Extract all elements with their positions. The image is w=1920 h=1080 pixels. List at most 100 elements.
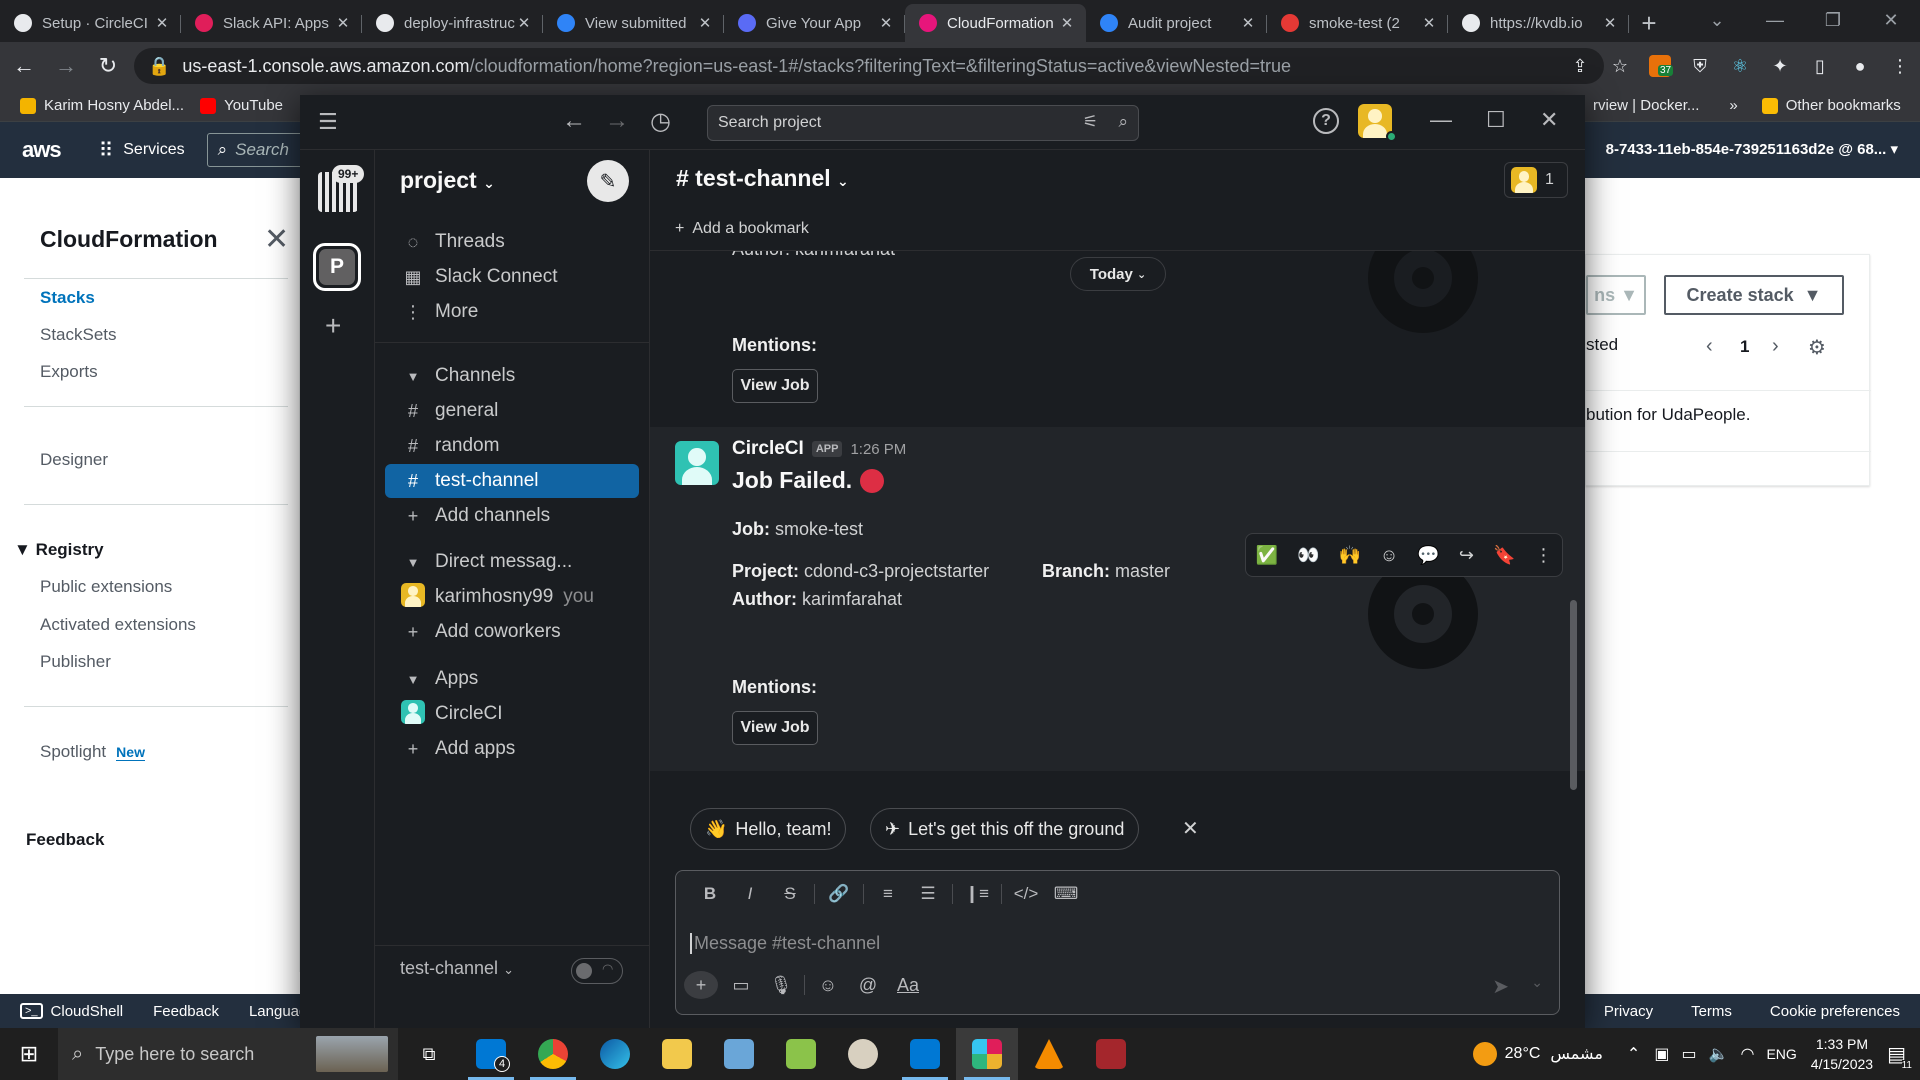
more-actions-icon[interactable]: ⋮	[1534, 545, 1552, 566]
history-clock-icon[interactable]: ◷	[650, 107, 671, 136]
create-stack-button[interactable]: Create stack ▼	[1664, 275, 1844, 315]
sidebar-item-public-extensions[interactable]: Public extensions	[40, 577, 172, 597]
schedule-send-chevron-icon[interactable]: ⌄	[1531, 974, 1543, 991]
tab-close-icon[interactable]: ✕	[1058, 14, 1076, 32]
message-timestamp[interactable]: 1:26 PM	[850, 441, 906, 458]
suggestion-hello-team[interactable]: 👋 Hello, team!	[690, 808, 847, 850]
vlc-app-icon[interactable]	[1018, 1028, 1080, 1080]
bold-icon[interactable]: B	[690, 884, 730, 904]
strikethrough-icon[interactable]: S	[770, 884, 810, 904]
tab-close-icon[interactable]: ✕	[515, 14, 533, 32]
task-view-icon[interactable]: ⧉	[398, 1028, 460, 1080]
notifications-icon[interactable]: ▤ 11	[1887, 1042, 1912, 1071]
access-app-icon[interactable]	[1080, 1028, 1142, 1080]
lambda-app-icon[interactable]	[770, 1028, 832, 1080]
maximize-button[interactable]: ☐	[1486, 107, 1506, 133]
minimize-window-button[interactable]: —	[1746, 0, 1804, 40]
huddle-toggle[interactable]: ◠	[571, 958, 623, 984]
prev-view-job-button[interactable]: View Job	[732, 369, 818, 403]
aws-search-input[interactable]: ⌕ Search	[206, 133, 307, 167]
nav-more[interactable]: ⋮ More	[385, 295, 639, 329]
members-button[interactable]: 1	[1504, 162, 1568, 198]
channel-general[interactable]: # general	[385, 394, 639, 428]
new-tab-button[interactable]: +	[1629, 4, 1669, 42]
add-bookmark-button[interactable]: + Add a bookmark	[675, 220, 809, 238]
tab-search-icon[interactable]: ⌄	[1688, 0, 1746, 40]
reload-button[interactable]: ↻	[90, 48, 126, 84]
slack-search-input[interactable]: Search project ⚟ ⌕	[707, 105, 1139, 141]
menu-icon[interactable]: ⋮	[1880, 56, 1920, 77]
share-icon[interactable]: ⇪	[1560, 56, 1600, 77]
check-mark-reaction-icon[interactable]: ✅	[1256, 545, 1278, 566]
close-button[interactable]: ✕	[1540, 107, 1558, 133]
add-channels-button[interactable]: + Add channels	[385, 499, 639, 533]
compose-icon[interactable]: ✎	[587, 160, 629, 202]
stack-actions-button[interactable]: ns ▼	[1586, 275, 1646, 315]
message-scrollbar[interactable]	[1570, 600, 1577, 790]
back-button[interactable]: ←	[6, 48, 42, 84]
weather-temperature[interactable]: 28°C	[1505, 1045, 1541, 1063]
send-icon[interactable]: ➤	[1492, 974, 1509, 999]
add-apps-button[interactable]: + Add apps	[385, 732, 639, 766]
hamburger-menu-icon[interactable]: ☰	[318, 109, 338, 135]
meet-now-icon[interactable]: ▣	[1654, 1044, 1669, 1064]
browser-tab[interactable]: Give Your App ✕	[724, 4, 905, 42]
workspace-name-menu[interactable]: project ⌄	[400, 167, 495, 194]
tab-close-icon[interactable]: ✕	[877, 14, 895, 32]
address-bar[interactable]: 🔒 us-east-1.console.aws.amazon.com /clou…	[134, 48, 1604, 84]
taskbar-search-box[interactable]: ⌕ Type here to search	[58, 1028, 398, 1080]
page-number[interactable]: 1	[1740, 337, 1749, 357]
channel-random[interactable]: # random	[385, 429, 639, 463]
browser-tab[interactable]: CloudFormation ✕	[905, 4, 1086, 42]
browser-tab[interactable]: View submitted ✕	[543, 4, 724, 42]
tab-close-icon[interactable]: ✕	[334, 14, 352, 32]
emoji-icon[interactable]: ☺	[811, 975, 845, 996]
browser-tab[interactable]: Setup · CircleCI ✕	[0, 4, 181, 42]
slack-app-icon[interactable]	[956, 1028, 1018, 1080]
search-icon[interactable]: ⌕	[1118, 112, 1128, 132]
registry-group[interactable]: ▼ Registry	[14, 540, 104, 560]
huddle-channel-selector[interactable]: test-channel ⌄	[400, 958, 514, 979]
microphone-icon[interactable]: 🎙	[764, 975, 798, 996]
bookmark-item[interactable]: YouTube	[192, 97, 291, 114]
aws-logo[interactable]: aws	[22, 137, 62, 163]
vscode-app-icon[interactable]	[894, 1028, 956, 1080]
browser-tab[interactable]: https://kvdb.io ✕	[1448, 4, 1629, 42]
suggestion-get-off-ground[interactable]: ✈ Let's get this off the ground	[870, 808, 1140, 850]
shield-icon[interactable]: ⛨	[1680, 56, 1720, 77]
dismiss-suggestions-icon[interactable]: ✕	[1182, 816, 1199, 841]
apps-section-header[interactable]: ▼ Apps	[385, 662, 639, 696]
extension-icon[interactable]: 37	[1640, 55, 1680, 77]
nav-slack-connect[interactable]: ▦ Slack Connect	[385, 260, 639, 294]
tab-close-icon[interactable]: ✕	[1601, 14, 1619, 32]
close-window-button[interactable]: ✕	[1862, 0, 1920, 40]
bookmark-icon[interactable]: 🔖	[1493, 545, 1515, 566]
paint-app-icon[interactable]	[832, 1028, 894, 1080]
close-icon[interactable]: ✕	[264, 222, 289, 257]
windows-start-icon[interactable]: ⊞	[0, 1041, 58, 1067]
eyes-reaction-icon[interactable]: 👀	[1297, 545, 1319, 566]
edge-app-icon[interactable]	[584, 1028, 646, 1080]
code-icon[interactable]: </>	[1006, 884, 1046, 904]
taskbar-clock[interactable]: 1:33 PM 4/15/2023	[1811, 1034, 1873, 1074]
other-bookmarks-folder[interactable]: Other bookmarks	[1754, 97, 1909, 114]
code-block-icon[interactable]: ⌨	[1046, 884, 1086, 904]
browser-tab[interactable]: smoke-test (2 ✕	[1267, 4, 1448, 42]
channel-title-button[interactable]: # test-channel ⌄	[676, 165, 849, 192]
view-job-button[interactable]: View Job	[732, 711, 818, 745]
cookie-preferences-link[interactable]: Cookie preferences	[1770, 1003, 1900, 1020]
terms-link[interactable]: Terms	[1691, 1003, 1732, 1020]
react-icon[interactable]: ⚛	[1720, 56, 1760, 77]
bulleted-list-icon[interactable]: ☰	[908, 884, 948, 904]
puzzle-icon[interactable]: ✦	[1760, 56, 1800, 77]
file-explorer-icon[interactable]	[646, 1028, 708, 1080]
channel-test-channel[interactable]: # test-channel	[385, 464, 639, 498]
tab-close-icon[interactable]: ✕	[1239, 14, 1257, 32]
sender-name[interactable]: CircleCI	[732, 438, 804, 460]
wifi-icon[interactable]: ◠	[1740, 1044, 1754, 1064]
add-workspace-icon[interactable]: +	[325, 310, 341, 342]
sidebar-item-publisher[interactable]: Publisher	[40, 652, 111, 672]
tab-close-icon[interactable]: ✕	[696, 14, 714, 32]
feedback-link[interactable]: Feedback	[26, 830, 104, 850]
cloudshell-button[interactable]: >_ CloudShell	[20, 1003, 123, 1020]
